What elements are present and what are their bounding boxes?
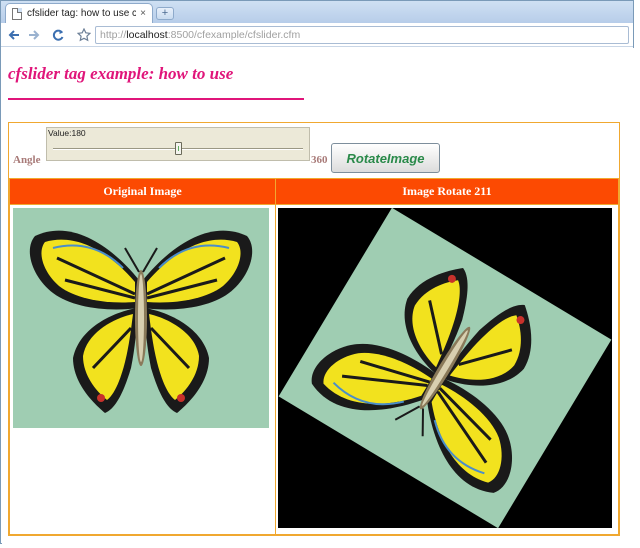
bookmark-star-icon[interactable] — [75, 26, 93, 44]
angle-slider[interactable]: Value:180 — [46, 127, 310, 161]
slider-max-label: 360 — [311, 154, 328, 166]
page-content: cfslider tag example: how to use Angle V… — [2, 48, 634, 544]
new-tab-button[interactable]: + — [156, 7, 174, 20]
form-frame: Angle Value:180 360 RotateImage Original… — [8, 122, 620, 536]
slider-thumb[interactable] — [174, 142, 182, 155]
back-arrow-icon[interactable] — [5, 26, 23, 44]
url-host: localhost — [126, 29, 168, 41]
browser-tab[interactable]: cfslider tag: how to use cfs... × — [5, 3, 153, 23]
tab-strip: cfslider tag: how to use cfs... × + — [1, 1, 633, 23]
url-prefix: http:// — [100, 29, 127, 41]
rotated-butterfly-icon — [278, 208, 612, 528]
image-table: Original Image Image Rotate 211 — [9, 178, 619, 535]
forward-arrow-icon[interactable] — [25, 26, 43, 44]
browser-toolbar: http://localhost:8500/cfexample/cfslider… — [1, 23, 633, 47]
tab-title: cfslider tag: how to use cfs... — [27, 8, 137, 19]
page-title: cfslider tag example: how to use — [8, 64, 234, 83]
tab-close-icon[interactable]: × — [140, 8, 146, 19]
browser-window: cfslider tag: how to use cfs... × + http… — [0, 0, 634, 544]
title-rule — [8, 98, 304, 100]
address-bar[interactable]: http://localhost:8500/cfexample/cfslider… — [95, 26, 629, 44]
angle-label: Angle — [13, 154, 41, 166]
rotated-butterfly-image — [278, 208, 612, 528]
cell-original — [9, 204, 276, 535]
rotate-image-button[interactable]: RotateImage — [331, 143, 440, 173]
header-original: Original Image — [9, 178, 276, 205]
original-butterfly-image — [13, 208, 269, 428]
header-rotated: Image Rotate 211 — [275, 178, 619, 205]
cell-rotated — [275, 204, 619, 535]
reload-icon[interactable] — [49, 26, 67, 44]
slider-value-text: Value:180 — [48, 128, 86, 138]
page-icon — [12, 7, 22, 20]
url-path: :8500/cfexample/cfslider.cfm — [167, 29, 301, 41]
butterfly-icon — [29, 230, 253, 413]
